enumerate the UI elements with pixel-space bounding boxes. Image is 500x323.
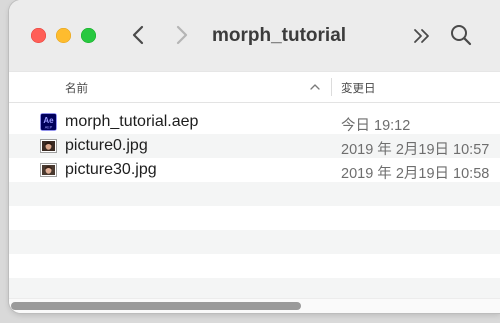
svg-text:AEP: AEP [45, 126, 53, 130]
svg-text:Ae: Ae [43, 116, 54, 125]
empty-row [9, 206, 500, 230]
toolbar: morph_tutorial [9, 0, 500, 71]
file-name: morph_tutorial.aep [65, 113, 199, 130]
double-chevron-right-icon [414, 29, 429, 43]
file-name: picture0.jpg [65, 137, 148, 154]
jpg-thumbnail-icon [40, 161, 57, 179]
column-header-date-modified[interactable]: 変更日 [341, 80, 376, 96]
column-header: 名前 変更日 [9, 71, 500, 103]
file-name: picture30.jpg [65, 161, 157, 178]
file-row[interactable]: Ae AEP morph_tutorial.aep 今日 19:12 [9, 110, 500, 134]
search-button[interactable] [449, 23, 473, 47]
finder-window: morph_tutorial 名前 変更日 Ae AEP morph_tutor… [9, 0, 500, 313]
empty-row [9, 254, 500, 278]
search-icon [451, 25, 472, 46]
column-divider[interactable] [331, 78, 332, 96]
window-title: morph_tutorial [212, 25, 347, 46]
empty-row [9, 182, 500, 206]
file-list: Ae AEP morph_tutorial.aep 今日 19:12 pictu… [9, 102, 500, 313]
after-effects-project-icon: Ae AEP [40, 113, 57, 131]
horizontal-scrollbar[interactable] [9, 298, 500, 313]
sort-ascending-icon [309, 81, 321, 93]
more-toolbar-items-button[interactable] [411, 24, 433, 48]
maximize-window-button[interactable] [81, 28, 96, 43]
file-date: 今日 19:12 [341, 118, 411, 134]
close-window-button[interactable] [31, 28, 46, 43]
file-date: 2019 年 2月19日 10:58 [341, 166, 490, 182]
file-row[interactable]: picture30.jpg 2019 年 2月19日 10:58 [9, 158, 500, 182]
minimize-window-button[interactable] [56, 28, 71, 43]
jpg-thumbnail-icon [40, 137, 57, 155]
empty-row [9, 230, 500, 254]
forward-button[interactable] [169, 22, 193, 48]
chevron-left-icon [132, 25, 144, 45]
column-header-name[interactable]: 名前 [65, 80, 88, 96]
back-button[interactable] [127, 22, 151, 48]
chevron-right-icon [176, 25, 188, 45]
file-date: 2019 年 2月19日 10:57 [341, 142, 490, 158]
file-row[interactable]: picture0.jpg 2019 年 2月19日 10:57 [9, 134, 500, 158]
scrollbar-thumb[interactable] [11, 302, 301, 310]
